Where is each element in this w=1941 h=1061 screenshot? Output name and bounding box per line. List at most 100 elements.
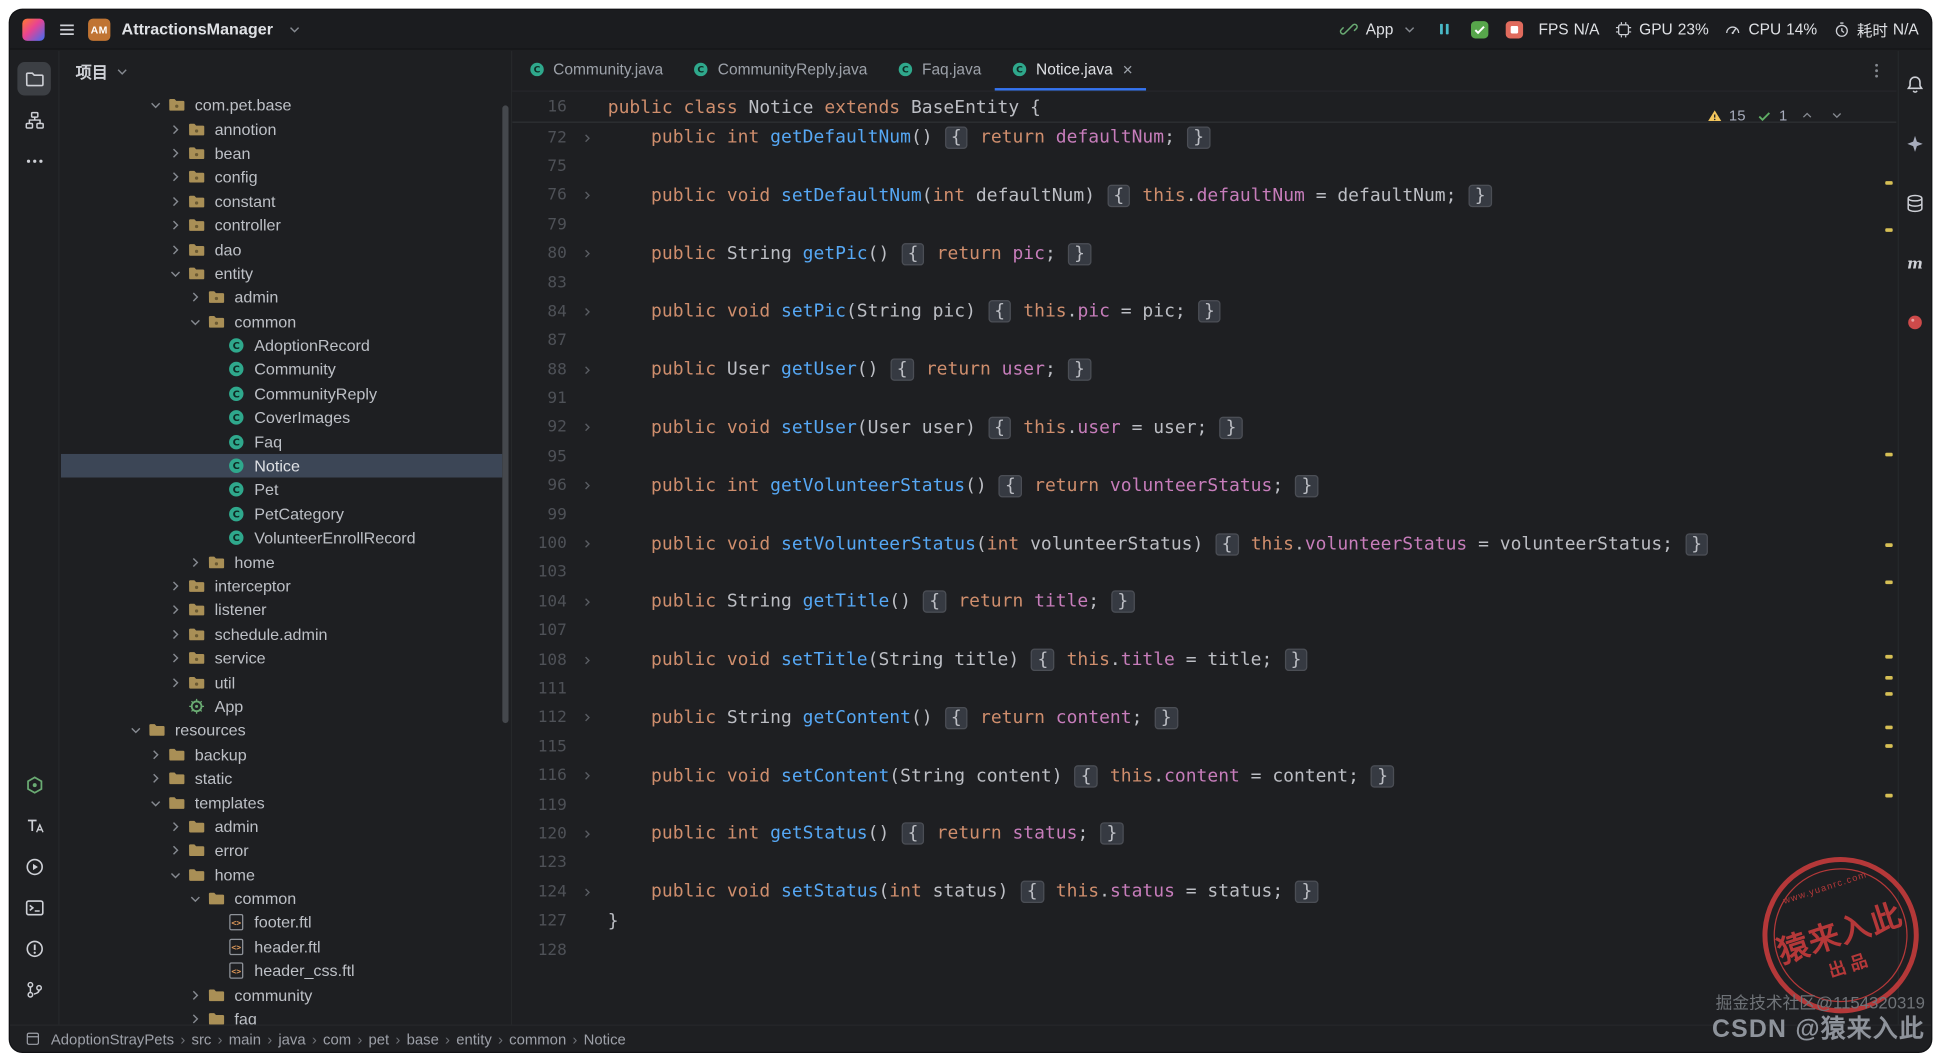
maven-button[interactable]: m	[1898, 246, 1931, 279]
chevron-down-icon[interactable]	[185, 312, 206, 332]
breadcrumb-item[interactable]: common	[509, 1030, 566, 1047]
chevron-right-icon[interactable]	[165, 576, 186, 596]
tree-item-AdoptionRecord[interactable]: C AdoptionRecord	[61, 334, 503, 358]
chevron-right-icon[interactable]	[145, 769, 166, 789]
fold-marker-icon[interactable]	[567, 363, 608, 377]
tree-item-PetCategory[interactable]: C PetCategory	[61, 502, 503, 526]
warnings-count[interactable]: 15	[1704, 105, 1745, 125]
code-area[interactable]: 16 public class Notice extends BaseEntity…	[512, 92, 1897, 965]
fold-marker-icon[interactable]	[567, 885, 608, 899]
fold-marker-icon[interactable]	[567, 595, 608, 609]
fold-marker-icon[interactable]	[567, 421, 608, 435]
fold-marker-icon[interactable]	[567, 305, 608, 319]
editor-tab-Notice.java[interactable]: C Notice.java ×	[995, 51, 1147, 91]
tree-item-config[interactable]: config	[61, 165, 503, 189]
code-text[interactable]: public int getVolunteerStatus() { return…	[608, 474, 1320, 498]
stripe-warning-mark[interactable]	[1885, 725, 1893, 730]
fold-marker-icon[interactable]	[567, 247, 608, 261]
chevron-right-icon[interactable]	[185, 552, 206, 572]
tree-item-controller[interactable]: controller	[61, 213, 503, 237]
tree-item-listener[interactable]: listener	[61, 598, 503, 622]
stripe-warning-mark[interactable]	[1885, 793, 1893, 798]
chevron-down-icon[interactable]	[284, 19, 305, 39]
breadcrumb-item[interactable]: com	[323, 1030, 351, 1047]
project-panel-header[interactable]: 项目	[61, 51, 511, 92]
code-text[interactable]: public void setStatus(int status) { this…	[608, 880, 1320, 904]
tree-item-common[interactable]: common	[61, 887, 503, 911]
chevron-down-icon[interactable]	[165, 263, 186, 283]
breadcrumb-item[interactable]: AdoptionStrayPets	[51, 1030, 174, 1047]
tree-scrollbar[interactable]	[502, 105, 509, 724]
code-text[interactable]: public String getContent() { return cont…	[608, 706, 1179, 730]
chevron-right-icon[interactable]	[185, 985, 206, 1005]
chevron-down-icon[interactable]	[125, 720, 146, 740]
notifications-bell-button[interactable]	[1898, 67, 1931, 100]
tree-item-constant[interactable]: constant	[61, 189, 503, 213]
tree-item-resources[interactable]: resources	[61, 718, 503, 742]
code-text[interactable]: public void setPic(String pic) { this.pi…	[608, 300, 1223, 324]
fold-marker-icon[interactable]	[567, 479, 608, 493]
tree-item-Community[interactable]: C Community	[61, 358, 503, 382]
editor-tab-Community.java[interactable]: C Community.java	[512, 51, 677, 91]
chevron-down-icon[interactable]	[145, 95, 166, 115]
stripe-warning-mark[interactable]	[1885, 452, 1893, 457]
chevron-right-icon[interactable]	[165, 143, 186, 163]
chevron-down-icon[interactable]	[185, 889, 206, 909]
tree-item-annotion[interactable]: annotion	[61, 117, 503, 141]
services-button[interactable]	[17, 850, 50, 883]
tree-item-backup[interactable]: backup	[61, 742, 503, 766]
stripe-warning-mark[interactable]	[1885, 675, 1893, 680]
project-button[interactable]	[17, 62, 51, 96]
inspection-down-button[interactable]	[1826, 105, 1847, 125]
fold-marker-icon[interactable]	[567, 769, 608, 783]
tree-item-admin[interactable]: admin	[61, 285, 503, 309]
tree-item-footer.ftl[interactable]: <> footer.ftl	[61, 911, 503, 935]
problems-button[interactable]	[17, 931, 50, 964]
chevron-down-icon[interactable]	[1400, 19, 1421, 39]
stripe-warning-mark[interactable]	[1885, 692, 1893, 696]
chevron-right-icon[interactable]	[185, 1009, 206, 1024]
tree-item-util[interactable]: util	[61, 670, 503, 694]
chevron-right-icon[interactable]	[145, 744, 166, 764]
chevron-right-icon[interactable]	[165, 239, 186, 259]
tree-item-static[interactable]: static	[61, 766, 503, 790]
code-text[interactable]: public class Notice extends BaseEntity {	[608, 98, 1041, 118]
chevron-right-icon[interactable]	[165, 624, 186, 644]
tree-item-templates[interactable]: templates	[61, 790, 503, 814]
tree-item-VolunteerEnrollRecord[interactable]: C VolunteerEnrollRecord	[61, 526, 503, 550]
breadcrumb-item[interactable]: Notice	[584, 1030, 626, 1047]
fold-marker-icon[interactable]	[567, 827, 608, 841]
plugin-red-button[interactable]	[1898, 305, 1931, 338]
tree-item-Faq[interactable]: C Faq	[61, 430, 503, 454]
tree-item-CommunityReply[interactable]: C CommunityReply	[61, 382, 503, 406]
chevron-right-icon[interactable]	[165, 672, 186, 692]
code-text[interactable]: public void setUser(User user) { this.us…	[608, 416, 1244, 440]
fold-marker-icon[interactable]	[567, 131, 608, 145]
tree-item-CoverImages[interactable]: C CoverImages	[61, 406, 503, 430]
chevron-right-icon[interactable]	[165, 191, 186, 211]
coverage-button[interactable]	[1469, 19, 1490, 39]
profiler-button[interactable]	[1504, 19, 1525, 39]
chevron-right-icon[interactable]	[165, 600, 186, 620]
structure-button[interactable]	[17, 103, 50, 136]
code-text[interactable]: public void setTitle(String title) { thi…	[608, 648, 1309, 672]
breadcrumb-item[interactable]: src	[192, 1030, 212, 1047]
code-text[interactable]: public String getPic() { return pic; }	[608, 242, 1093, 265]
tab-options-button[interactable]	[1855, 51, 1896, 91]
code-text[interactable]: public void setContent(String content) {…	[608, 764, 1396, 788]
passed-count[interactable]: 1	[1754, 105, 1787, 125]
ai-assistant-button[interactable]	[1898, 127, 1931, 160]
plugin-green-button[interactable]	[17, 768, 50, 801]
code-text[interactable]: public int getStatus() { return status; …	[608, 822, 1125, 846]
translation-button[interactable]	[17, 809, 50, 842]
breadcrumb-item[interactable]: pet	[369, 1030, 390, 1047]
project-name[interactable]: AttractionsManager	[122, 20, 273, 39]
inspections-widget[interactable]: 15 1	[1704, 105, 1847, 125]
tree-item-com.pet.base[interactable]: com.pet.base	[61, 93, 503, 117]
run-config-widget[interactable]: App	[1338, 19, 1420, 39]
menu-icon[interactable]	[56, 19, 77, 39]
fold-marker-icon[interactable]	[567, 711, 608, 725]
chevron-right-icon[interactable]	[165, 215, 186, 235]
chevron-down-icon[interactable]	[145, 793, 166, 813]
chevron-right-icon[interactable]	[165, 119, 186, 139]
